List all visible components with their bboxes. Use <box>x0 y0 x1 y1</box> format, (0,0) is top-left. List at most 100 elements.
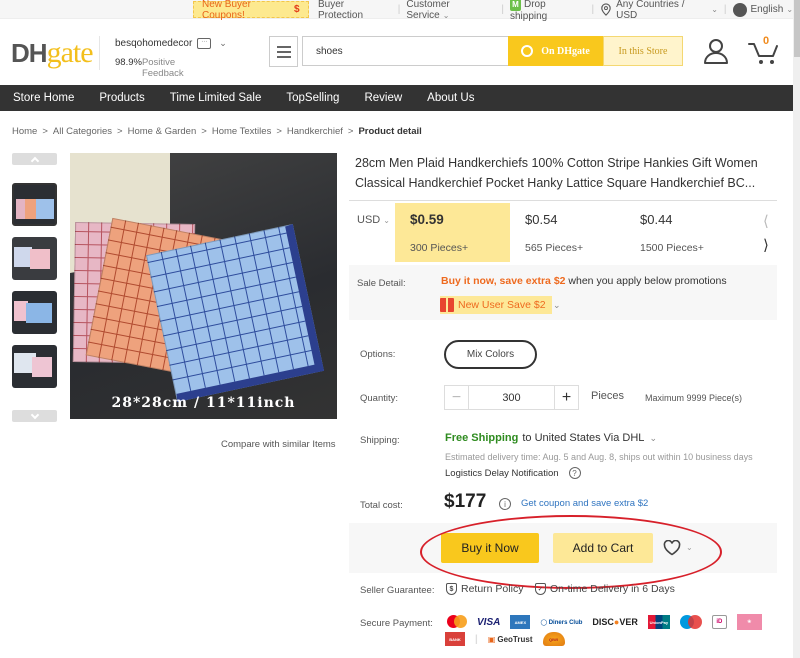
ontime-delivery-badge: ✓ On-time Delivery in 6 Days <box>535 583 675 595</box>
breadcrumb: Home > All Categories > Home & Garden > Hom… <box>12 126 422 137</box>
buyer-protection-link[interactable]: Buyer Protection <box>318 0 392 21</box>
divider: | <box>501 4 504 15</box>
category-menu-button[interactable] <box>269 36 298 67</box>
thumbnail-scroll-down-button[interactable] <box>12 410 57 422</box>
thumb-swatch <box>30 249 50 269</box>
breadcrumb-separator: > <box>347 126 354 137</box>
thumbnail-3[interactable] <box>12 291 57 334</box>
drop-shipping-link[interactable]: M Drop shipping <box>509 0 586 22</box>
store-name[interactable]: besqohomedecor ··· ⌄ <box>115 38 227 49</box>
breadcrumb-separator: > <box>201 126 207 137</box>
sale-detail-panel <box>349 265 777 320</box>
header-divider <box>99 36 100 70</box>
total-cost-value: $177 <box>444 491 487 512</box>
divider: | <box>475 633 478 645</box>
nav-topselling[interactable]: TopSelling <box>286 92 339 104</box>
new-buyer-coupons-badge[interactable]: New Buyer Coupons! $ <box>193 0 309 21</box>
chevron-down-icon[interactable]: ⌄ <box>219 38 227 49</box>
return-policy-label: Return Policy <box>461 583 524 595</box>
customer-service-menu[interactable]: Customer Service ⌄ <box>406 0 495 21</box>
region-selector[interactable]: Any Countries / USD ⌄ <box>600 0 718 21</box>
breadcrumb-separator: > <box>117 126 123 137</box>
tier-quantity: 1500 Pieces+ <box>640 242 704 254</box>
breadcrumb-current: Product detail <box>358 126 422 137</box>
search-on-dhgate-label: On DHgate <box>541 45 590 57</box>
currency-selector[interactable]: USD ⌄ <box>357 214 390 226</box>
buy-it-now-button[interactable]: Buy it Now <box>441 533 539 563</box>
price-tier-next-button[interactable]: ⟩ <box>763 236 769 254</box>
page-scrollbar[interactable] <box>793 0 800 658</box>
ontime-delivery-label: On-time Delivery in 6 Days <box>550 583 675 595</box>
bancontact-icon: ❀ <box>736 614 762 630</box>
coupon-dollar-icon: $ <box>294 4 300 15</box>
nav-store-home[interactable]: Store Home <box>13 92 74 104</box>
nav-time-limited-sale[interactable]: Time Limited Sale <box>170 92 262 104</box>
wishlist-heart-icon[interactable] <box>663 540 681 556</box>
chevron-down-icon[interactable]: ⌄ <box>686 543 693 552</box>
chevron-down-icon: ⌄ <box>383 216 390 225</box>
quantity-stepper: − + <box>444 385 579 410</box>
tier-quantity: 565 Pieces+ <box>525 242 584 254</box>
price-tier-3[interactable]: $0.44 1500 Pieces+ <box>625 203 740 262</box>
chat-icon[interactable]: ··· <box>197 38 212 49</box>
thumbnail-1[interactable] <box>12 183 57 226</box>
price-tier-prev-button[interactable]: ⟨ <box>763 212 769 230</box>
language-selector[interactable]: English ⌄ <box>732 2 793 17</box>
info-icon[interactable]: i <box>499 498 511 510</box>
chevron-down-icon[interactable]: ⌄ <box>553 300 561 311</box>
shipping-selector[interactable]: Free Shipping to United States Via DHL ⌄ <box>445 432 657 444</box>
mastercard-icon <box>447 615 467 629</box>
breadcrumb-handkerchief[interactable]: Handkerchief <box>287 126 343 137</box>
main-product-image[interactable]: 28*28cm / 11*11inch <box>70 153 337 419</box>
options-label: Options: <box>360 349 396 360</box>
sale-rest: when you apply below promotions <box>568 275 727 287</box>
product-title: 28cm Men Plaid Handkerchiefs 100% Cotton… <box>355 156 758 190</box>
scrollbar-thumb[interactable] <box>794 0 800 57</box>
chevron-down-icon: ⌄ <box>649 432 657 443</box>
new-user-coupon-badge[interactable]: New User Save $2 <box>440 296 552 314</box>
sale-detail-label: Sale Detail: <box>357 278 406 289</box>
chevron-up-icon <box>30 156 39 165</box>
search-in-store-button[interactable]: In this Store <box>603 36 683 66</box>
visa-icon: VISA <box>477 616 501 628</box>
price-tier-1[interactable]: $0.59 300 Pieces+ <box>395 203 510 262</box>
hamburger-line <box>277 51 291 53</box>
discover-icon: DISC ● VER <box>592 617 638 627</box>
user-account-icon[interactable] <box>703 38 729 64</box>
add-to-cart-button[interactable]: Add to Cart <box>553 533 653 563</box>
nav-about-us[interactable]: About Us <box>427 92 474 104</box>
quantity-maximum: Maximum 9999 Piece(s) <box>645 393 743 403</box>
quantity-decrease-button[interactable]: − <box>445 386 469 409</box>
estimated-delivery: Estimated delivery time: Aug. 5 and Aug.… <box>445 452 753 462</box>
price-tier-2[interactable]: $0.54 565 Pieces+ <box>510 203 625 262</box>
help-icon[interactable]: ? <box>568 467 581 479</box>
thumbnail-scroll-up-button[interactable] <box>12 153 57 165</box>
nav-review[interactable]: Review <box>364 92 402 104</box>
breadcrumb-home-garden[interactable]: Home & Garden <box>128 126 197 137</box>
sale-detail-text: Buy it now, save extra $2 when you apply… <box>441 275 727 287</box>
thumb-swatch <box>26 303 52 323</box>
thumbnail-4[interactable] <box>12 345 57 388</box>
maestro-icon <box>679 615 702 629</box>
divider: | <box>591 4 595 15</box>
nav-products[interactable]: Products <box>99 92 144 104</box>
compare-similar-link[interactable]: Compare with similar Items <box>221 439 336 450</box>
chevron-down-icon: ⌄ <box>711 5 718 14</box>
quantity-input[interactable] <box>469 386 554 409</box>
breadcrumb-all-categories[interactable]: All Categories <box>53 126 112 137</box>
return-policy-shield-icon: $ <box>446 583 457 595</box>
dhgate-logo[interactable]: DHgate <box>11 36 94 70</box>
feedback-percent: 98.9% <box>115 57 142 68</box>
breadcrumb-home-textiles[interactable]: Home Textiles <box>212 126 272 137</box>
search-icon <box>521 45 534 57</box>
quantity-increase-button[interactable]: + <box>554 386 578 409</box>
ideal-icon: iD <box>711 615 727 629</box>
breadcrumb-home[interactable]: Home <box>12 126 37 137</box>
get-coupon-link[interactable]: Get coupon and save extra $2 <box>521 498 648 509</box>
new-user-coupon-label: New User Save $2 <box>458 299 546 311</box>
thumbnail-2[interactable] <box>12 237 57 280</box>
search-input[interactable] <box>302 36 508 66</box>
total-cost-label: Total cost: <box>360 500 403 511</box>
option-mix-colors[interactable]: Mix Colors <box>444 340 537 369</box>
search-on-dhgate-button[interactable]: On DHgate <box>508 36 603 66</box>
